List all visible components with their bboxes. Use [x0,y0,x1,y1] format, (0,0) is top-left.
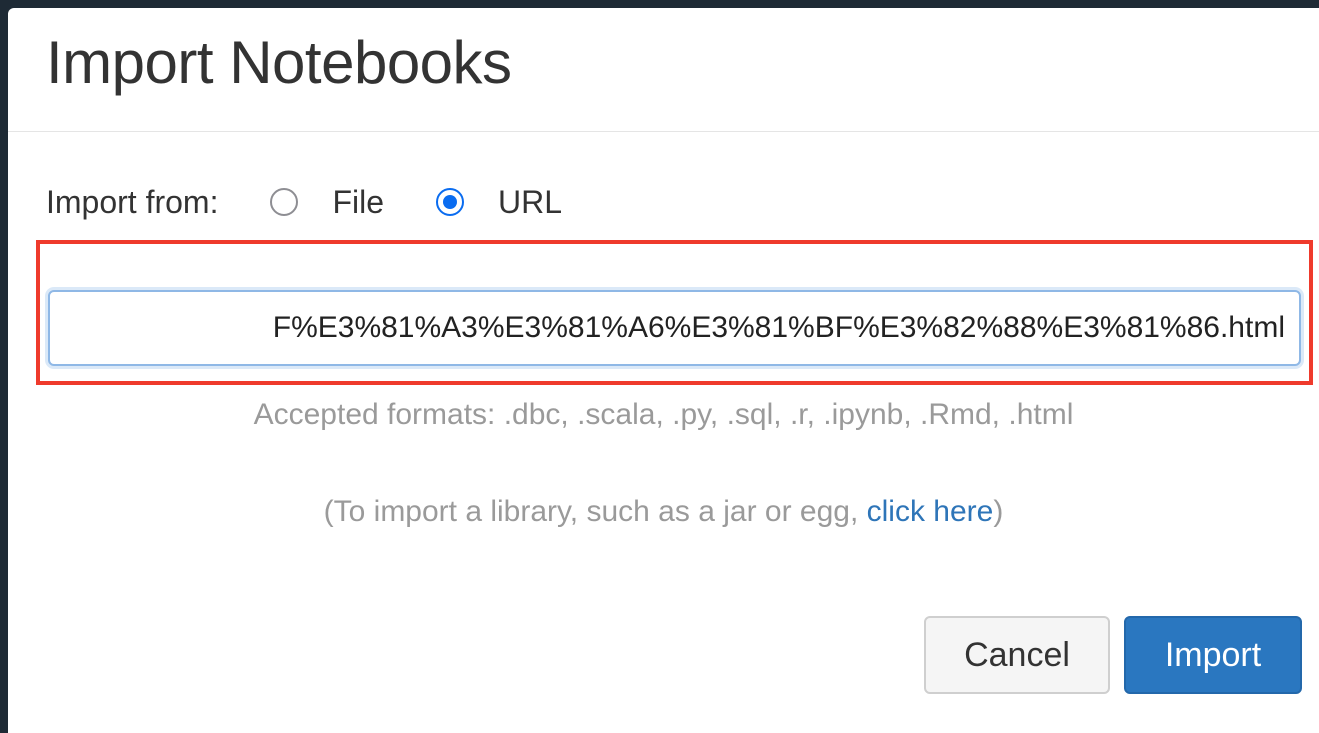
import-button[interactable]: Import [1124,616,1302,694]
accepted-formats-text: Accepted formats: .dbc, .scala, .py, .sq… [253,398,1074,431]
import-notebooks-dialog: Import Notebooks Import from: File URL F… [8,8,1319,733]
url-radio-button[interactable] [436,188,465,216]
url-input-value[interactable]: F%E3%81%A3%E3%81%A6%E3%81%BF%E3%82%88%E3… [273,311,1285,345]
library-hint-prefix: (To import a library, such as a jar or e… [323,495,867,528]
import-from-label: Import from: [46,183,219,220]
cancel-button[interactable]: Cancel [924,616,1110,694]
dialog-header: Import Notebooks [8,8,1319,132]
radio-option-file[interactable]: File [270,184,384,221]
import-library-link[interactable]: click here [867,495,994,528]
import-library-hint: (To import a library, such as a jar or e… [8,495,1319,529]
url-radio-label[interactable]: URL [498,184,562,221]
url-input[interactable]: F%E3%81%A3%E3%81%A6%E3%81%BF%E3%82%88%E3… [48,290,1301,366]
radio-option-url[interactable]: URL [436,184,562,221]
file-radio-button[interactable] [270,188,299,216]
import-from-row: Import from: File URL [46,184,562,220]
library-hint-suffix: ) [993,495,1004,528]
file-radio-label[interactable]: File [332,184,384,221]
dialog-title: Import Notebooks [46,29,512,96]
